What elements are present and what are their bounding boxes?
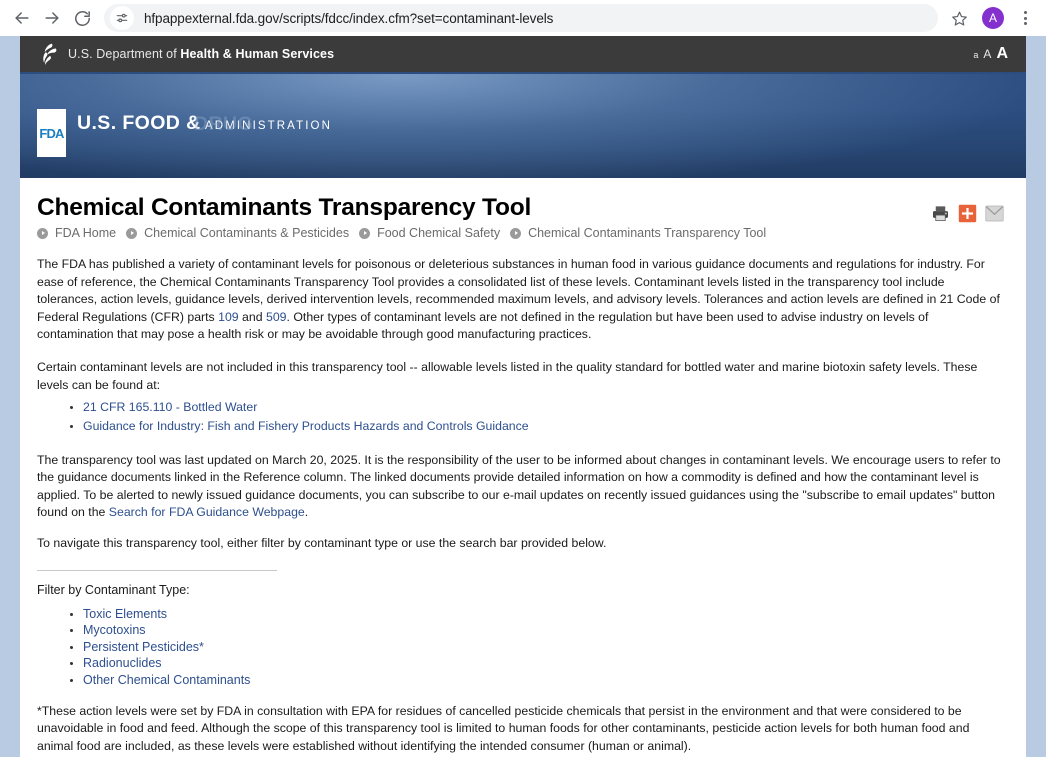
fda-ghost-word: DRUG	[194, 113, 254, 135]
font-size-large[interactable]: A	[996, 45, 1008, 63]
cfr-509-link[interactable]: 509	[266, 310, 287, 324]
breadcrumb-item-fda-home[interactable]: FDA Home	[55, 226, 116, 240]
bottled-water-link[interactable]: 21 CFR 165.110 - Bottled Water	[83, 400, 257, 414]
breadcrumb-item-current: Chemical Contaminants Transparency Tool	[528, 226, 767, 241]
fda-logo-link[interactable]: FDA U.S. FOOD & DRUG ADMINISTRATION	[37, 109, 332, 157]
intro-paragraph: The FDA has published a variety of conta…	[37, 257, 1000, 341]
filter-radionuclides[interactable]: Radionuclides	[83, 656, 162, 670]
filter-other-contaminants[interactable]: Other Chemical Contaminants	[83, 673, 250, 687]
cfr-109-link[interactable]: 109	[218, 310, 239, 324]
filter-heading: Filter by Contaminant Type:	[37, 583, 190, 598]
browser-toolbar: hfpappexternal.fda.gov/scripts/fdcc/inde…	[0, 0, 1046, 36]
hhs-logo-icon[interactable]	[36, 41, 62, 67]
filter-mycotoxins[interactable]: Mycotoxins	[83, 623, 146, 637]
font-size-medium[interactable]: A	[983, 47, 991, 61]
navigate-paragraph: To navigate this transparency tool, eith…	[37, 535, 607, 550]
filter-toxic-elements[interactable]: Toxic Elements	[83, 607, 167, 621]
breadcrumb-arrow-icon	[359, 227, 371, 239]
email-icon[interactable]	[985, 204, 1004, 223]
share-icon[interactable]	[958, 204, 977, 223]
hhs-banner: U.S. Department of Health & Human Servic…	[20, 36, 1026, 74]
print-icon[interactable]	[931, 204, 950, 223]
bookmark-star-icon[interactable]	[944, 4, 974, 32]
main-content: Chemical Contaminants Transparency Tool …	[20, 178, 1026, 757]
excluded-doc-list: 21 CFR 165.110 - Bottled Water Guidance …	[37, 399, 1004, 436]
list-item: Toxic Elements	[83, 607, 1004, 621]
list-item: Other Chemical Contaminants	[83, 673, 1004, 687]
guidance-search-link[interactable]: Search for FDA Guidance Webpage	[109, 505, 305, 519]
breadcrumb-arrow-icon	[126, 227, 138, 239]
list-item: Persistent Pesticides*	[83, 640, 1004, 654]
back-button[interactable]	[8, 4, 36, 32]
update-paragraph: The transparency tool was last updated o…	[37, 453, 1001, 520]
profile-avatar[interactable]: A	[982, 7, 1004, 29]
breadcrumb-item-contaminants-pesticides[interactable]: Chemical Contaminants & Pesticides	[144, 226, 349, 240]
forward-button[interactable]	[38, 4, 66, 32]
title-column: Chemical Contaminants Transparency Tool …	[37, 194, 931, 240]
reload-button[interactable]	[68, 4, 96, 32]
contaminant-type-filter-list: Toxic Elements Mycotoxins Persistent Pes…	[37, 607, 1004, 687]
breadcrumb-item-food-chemical-safety[interactable]: Food Chemical Safety	[377, 226, 500, 240]
fda-banner: FDA U.S. FOOD & DRUG ADMINISTRATION	[20, 74, 1026, 178]
breadcrumb-arrow-icon	[37, 227, 48, 239]
filter-persistent-pesticides[interactable]: Persistent Pesticides*	[83, 640, 204, 654]
fda-wordmark: U.S. FOOD & DRUG ADMINISTRATION	[77, 109, 332, 157]
url-text[interactable]: hfpappexternal.fda.gov/scripts/fdcc/inde…	[144, 11, 553, 26]
address-bar[interactable]: hfpappexternal.fda.gov/scripts/fdcc/inde…	[104, 4, 938, 32]
chrome-menu-icon[interactable]	[1014, 4, 1036, 32]
hhs-label: U.S. Department of Health & Human Servic…	[68, 47, 335, 61]
breadcrumb-arrow-icon	[510, 227, 522, 239]
font-size-controls: a A A	[973, 45, 1008, 63]
list-item: 21 CFR 165.110 - Bottled Water	[83, 399, 1004, 417]
web-page: U.S. Department of Health & Human Servic…	[20, 36, 1026, 757]
page-tools	[931, 194, 1004, 223]
list-item: Guidance for Industry: Fish and Fishery …	[83, 418, 1004, 436]
list-item: Mycotoxins	[83, 623, 1004, 637]
exclusions-paragraph: Certain contaminant levels are not inclu…	[37, 360, 978, 392]
breadcrumb: FDA Home Chemical Contaminants & Pestici…	[37, 226, 931, 240]
list-item: Radionuclides	[83, 656, 1004, 670]
pesticide-footnote: *These action levels were set by FDA in …	[37, 703, 970, 753]
tune-icon[interactable]	[110, 6, 134, 30]
divider-filter	[37, 570, 277, 572]
fda-line-one: U.S. FOOD &	[77, 112, 201, 134]
page-title: Chemical Contaminants Transparency Tool	[37, 194, 532, 221]
fda-mark-icon: FDA	[37, 109, 66, 157]
title-row: Chemical Contaminants Transparency Tool …	[37, 194, 1004, 240]
page-viewport: U.S. Department of Health & Human Servic…	[0, 36, 1046, 757]
fish-guidance-link[interactable]: Guidance for Industry: Fish and Fishery …	[83, 419, 529, 433]
font-size-small[interactable]: a	[973, 50, 978, 60]
